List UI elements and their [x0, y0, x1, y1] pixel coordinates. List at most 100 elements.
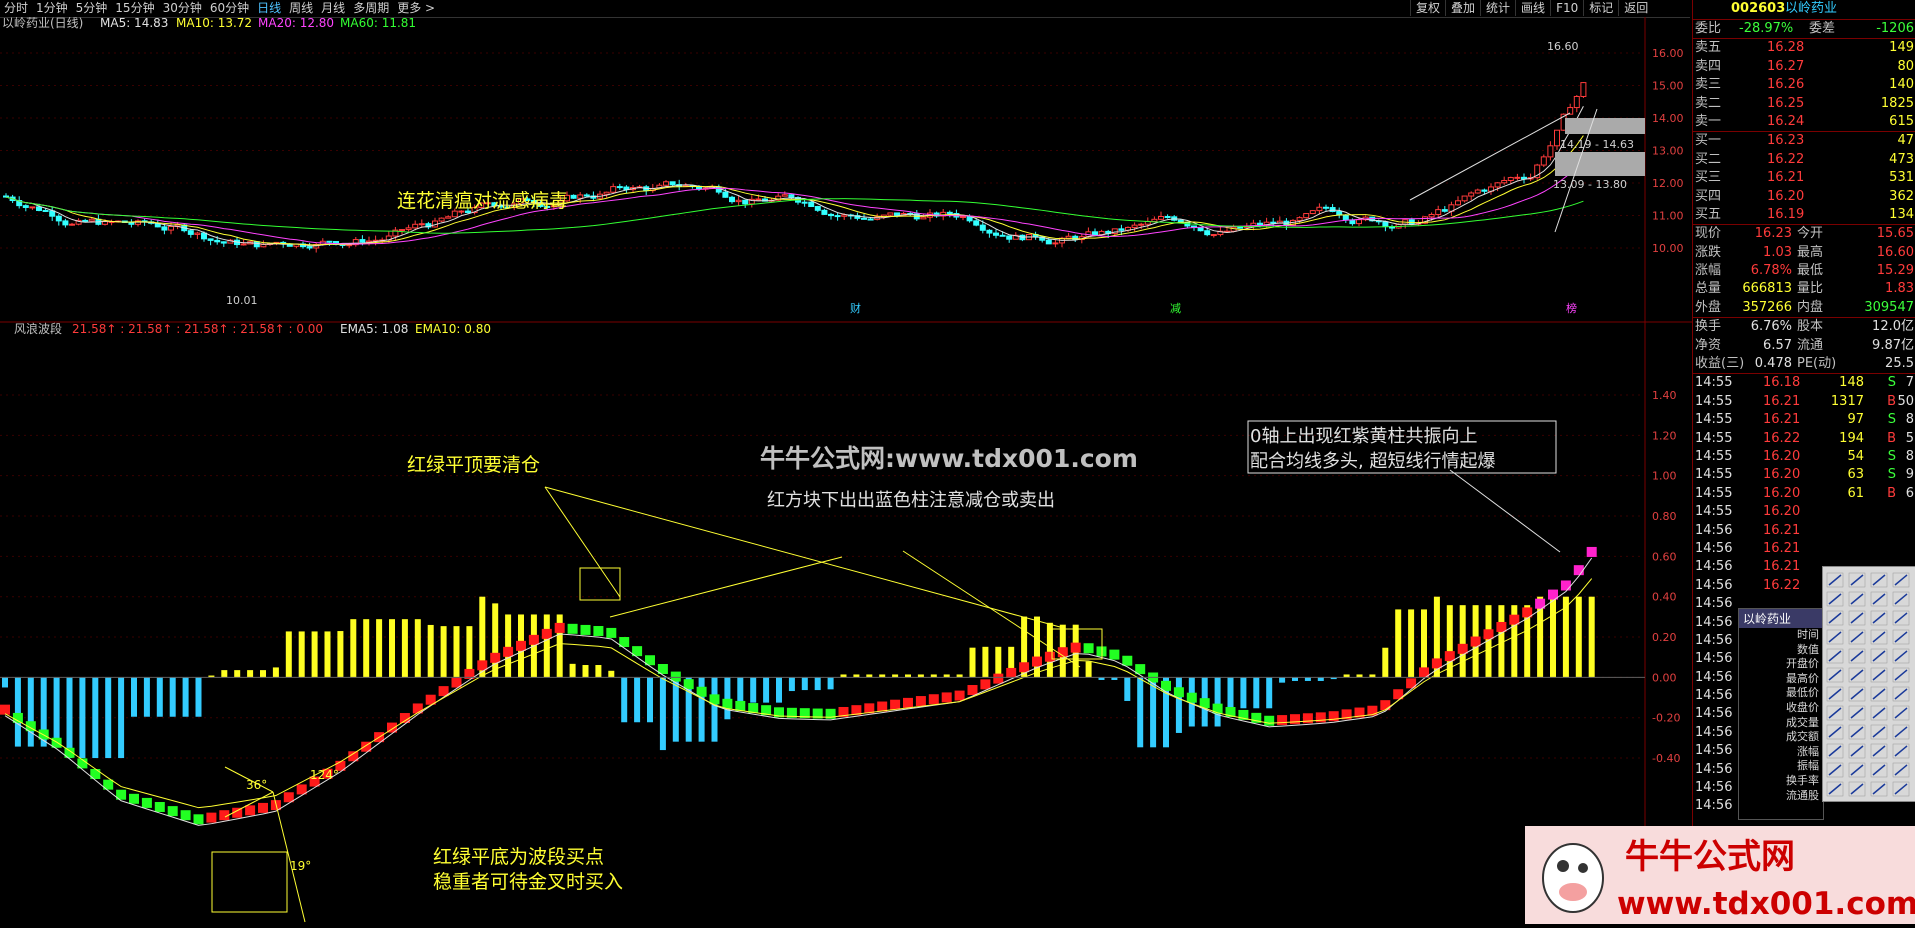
stat-label: 涨幅 — [1695, 263, 1722, 279]
period-tab-4[interactable]: 30分钟 — [159, 0, 206, 16]
period-tab-2[interactable]: 5分钟 — [72, 0, 112, 16]
stock-name: 以岭药业 — [1785, 1, 1838, 16]
tick-time: 14:56 — [1695, 540, 1733, 556]
ma20-line — [5, 161, 1584, 245]
histogram-bar — [659, 677, 666, 751]
candle-body — [663, 181, 669, 186]
field-item[interactable]: 涨幅 — [1739, 745, 1823, 760]
ma60-label: MA60: 11.81 — [340, 17, 416, 30]
period-tab-7[interactable]: 周线 — [285, 0, 317, 16]
toolbar-button-4[interactable]: F10 — [1550, 0, 1583, 16]
histogram-bar — [53, 677, 60, 747]
tick-time: 14:56 — [1695, 614, 1733, 630]
field-item[interactable]: 最低价 — [1739, 686, 1823, 701]
candle-body — [49, 210, 56, 217]
period-tab-8[interactable]: 月线 — [317, 0, 349, 16]
brand-url: www.tdx001.com — [1617, 886, 1915, 922]
field-item[interactable]: 最高价 — [1739, 672, 1823, 687]
buy-volume: 531 — [1889, 170, 1914, 186]
toolbar-button-5[interactable]: 标记 — [1583, 0, 1618, 16]
sub-y-tick: 1.40 — [1652, 389, 1677, 402]
field-item[interactable]: 振幅 — [1739, 759, 1823, 774]
wave-square — [1019, 662, 1030, 673]
wave-square — [1560, 580, 1571, 591]
candle-body — [570, 194, 577, 199]
candle-body — [814, 206, 821, 211]
chart-area[interactable]: 以岭药业(日线) MA5: 14.83 MA10: 13.72 MA20: 12… — [0, 17, 1692, 924]
candle-body — [801, 201, 808, 204]
field-item[interactable]: 收盘价 — [1739, 701, 1823, 716]
tick-price: 16.20 — [1763, 467, 1801, 483]
stat2-label: 收益(三) — [1695, 356, 1745, 372]
wave-square — [503, 646, 514, 657]
tick-price: 16.21 — [1763, 540, 1801, 556]
field-item[interactable]: 开盘价 — [1739, 657, 1823, 672]
histogram-bar — [776, 677, 782, 703]
tick-side: B — [1887, 430, 1896, 446]
field-item[interactable]: 数值 — [1739, 643, 1823, 658]
toolbar-button-6[interactable]: 返回 — [1618, 0, 1653, 16]
histogram-bar — [298, 631, 305, 678]
period-tab-0[interactable]: 分时 — [0, 0, 32, 16]
field-item[interactable]: 流通股 — [1739, 789, 1823, 804]
histogram-bar — [1575, 596, 1582, 678]
histogram-bar — [350, 619, 357, 678]
sell-label: 卖三 — [1695, 77, 1722, 93]
tick-volume: 194 — [1839, 430, 1864, 446]
candle-body — [861, 217, 867, 220]
toolbar-button-0[interactable]: 复权 — [1410, 0, 1445, 16]
histogram-bar — [1588, 596, 1595, 678]
candle-body — [1474, 189, 1481, 194]
tick-time: 14:56 — [1695, 761, 1733, 777]
candle-body — [42, 209, 49, 212]
period-tab-5[interactable]: 60分钟 — [206, 0, 253, 16]
ma10-label: MA10: 13.72 — [176, 17, 252, 30]
candle-body — [1507, 177, 1514, 181]
high-price-label: 16.60 — [1547, 40, 1579, 53]
candle-body — [102, 221, 108, 225]
period-tab-3[interactable]: 15分钟 — [111, 0, 158, 16]
wave-square — [954, 690, 965, 701]
candle-body — [603, 191, 610, 195]
candle-body — [201, 232, 207, 240]
buy-row: 买四 16.20 362 — [1693, 188, 1915, 206]
tick-price: 16.20 — [1763, 448, 1801, 464]
field-item[interactable]: 时间 — [1739, 628, 1823, 643]
field-item[interactable]: 成交量 — [1739, 716, 1823, 731]
note-bottom-line1: 红绿平底为波段买点 — [433, 846, 604, 868]
field-item[interactable]: 换手率 — [1739, 774, 1823, 789]
toolbar-button-1[interactable]: 叠加 — [1445, 0, 1480, 16]
histogram-bar — [118, 677, 125, 759]
candle-body — [1494, 182, 1501, 188]
wave-square — [180, 810, 191, 821]
tick-count: 5 — [1905, 430, 1914, 446]
ma5-label: MA5: 14.83 — [100, 17, 168, 30]
period-tab-1[interactable]: 1分钟 — [32, 0, 72, 16]
stat-row: 总量 666813 量比 1.83 — [1693, 280, 1915, 298]
histogram-bar — [1137, 677, 1144, 748]
histogram-bar — [492, 603, 499, 678]
sell-row: 卖五 16.28 149 — [1693, 39, 1915, 57]
sell-label: 卖一 — [1695, 113, 1722, 129]
candle-body — [946, 211, 953, 215]
field-item[interactable]: 成交额 — [1739, 730, 1823, 745]
histogram-bar — [569, 663, 576, 678]
sell-price: 16.24 — [1767, 113, 1805, 129]
period-tab-9[interactable]: 多周期 — [349, 0, 393, 16]
wave-square — [1573, 565, 1584, 576]
buy-price: 16.23 — [1767, 133, 1805, 149]
drawing-toolbox[interactable] — [1822, 566, 1915, 802]
toolbar-button-2[interactable]: 统计 — [1480, 0, 1515, 16]
period-tab-10[interactable]: 更多 > — [393, 0, 439, 16]
toolbar-button-3[interactable]: 画线 — [1515, 0, 1550, 16]
tick-time: 14:55 — [1695, 393, 1733, 409]
histogram-bar — [1550, 596, 1556, 678]
tick-side: B — [1887, 485, 1896, 501]
histogram-bar — [1459, 605, 1466, 678]
main-chart-title: 以岭药业(日线) — [2, 17, 83, 30]
candle-body — [161, 226, 168, 231]
gap-box-2-label: 13.09 - 13.80 — [1553, 178, 1627, 191]
histogram-bar — [608, 670, 615, 678]
candle-body — [1468, 192, 1475, 197]
period-tab-6[interactable]: 日线 — [253, 0, 285, 16]
